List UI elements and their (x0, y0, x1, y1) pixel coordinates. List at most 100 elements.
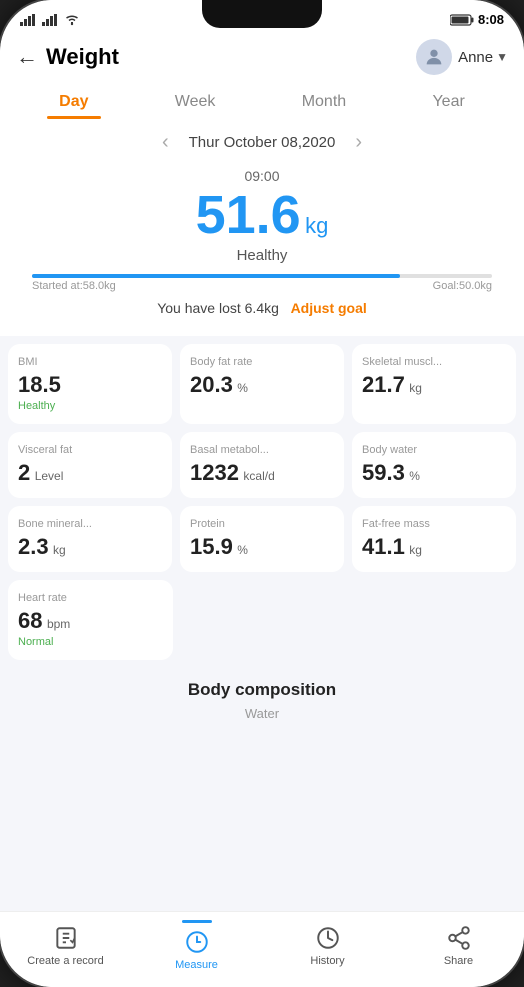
history-svg (315, 925, 341, 951)
dropdown-arrow-icon[interactable]: ▼ (496, 50, 508, 64)
metric-heart-rate-value: 68 (18, 608, 42, 633)
metric-body-fat-unit: % (237, 381, 248, 395)
metric-body-water-value-row: 59.3 % (362, 460, 506, 486)
share-icon (446, 925, 472, 951)
bottom-navigation: Create a record Measure (0, 911, 524, 987)
metric-body-fat-value: 20.3 (190, 372, 233, 397)
weight-value: 51.6 (196, 185, 301, 245)
heart-rate-row: Heart rate 68 bpm Normal (0, 580, 524, 668)
create-record-icon (53, 925, 79, 951)
measure-svg (184, 929, 210, 955)
metric-fat-free-unit: kg (409, 543, 422, 557)
weight-status: Healthy (16, 247, 508, 264)
nav-measure-label: Measure (175, 959, 218, 971)
metric-basal-value-row: 1232 kcal/d (190, 460, 334, 486)
metric-heart-rate-unit: bpm (47, 617, 70, 631)
tab-month[interactable]: Month (290, 87, 358, 117)
weight-display: 51.6 kg (16, 186, 508, 245)
nav-create-record[interactable]: Create a record (0, 925, 131, 967)
page-title: Weight (46, 44, 416, 70)
battery-icon (450, 14, 474, 26)
metric-basal-label: Basal metabol... (190, 444, 334, 456)
goal-label: Goal:50.0kg (433, 280, 492, 292)
nav-measure-bar (182, 920, 212, 923)
weight-unit: kg (305, 213, 328, 238)
metric-basal-value: 1232 (190, 460, 239, 485)
main-content: ‹ Thur October 08,2020 › 09:00 51.6 kg H… (0, 117, 524, 911)
metric-body-fat-label: Body fat rate (190, 356, 334, 368)
metric-visceral-value: 2 (18, 460, 30, 485)
metric-bmi-sub: Healthy (18, 400, 162, 412)
metric-bone-value: 2.3 (18, 534, 49, 559)
current-date: Thur October 08,2020 (189, 134, 336, 151)
metric-protein-value: 15.9 (190, 534, 233, 559)
metric-bone: Bone mineral... 2.3 kg (8, 506, 172, 572)
metric-bmi-value-row: 18.5 (18, 372, 162, 398)
body-composition-section: Body composition (0, 668, 524, 704)
back-button[interactable]: ← (16, 44, 38, 70)
metric-bmi-label: BMI (18, 356, 162, 368)
metric-fat-free-label: Fat-free mass (362, 518, 506, 530)
status-right: 8:08 (450, 12, 504, 27)
next-date-button[interactable]: › (351, 127, 366, 158)
nav-history-label: History (310, 955, 344, 967)
metric-skeletal-label: Skeletal muscl... (362, 356, 506, 368)
wifi-icon (64, 14, 80, 26)
avatar-icon (423, 46, 445, 68)
phone-frame: 8:08 ← Weight Anne ▼ Day Week Month Year (0, 0, 524, 987)
signal-icon (20, 14, 36, 26)
metric-protein-label: Protein (190, 518, 334, 530)
tab-year[interactable]: Year (420, 87, 476, 117)
metric-skeletal-value-row: 21.7 kg (362, 372, 506, 398)
measure-icon (184, 929, 210, 955)
metric-protein: Protein 15.9 % (180, 506, 344, 572)
tabs-bar: Day Week Month Year (0, 83, 524, 117)
prev-date-button[interactable]: ‹ (158, 127, 173, 158)
metric-bone-value-row: 2.3 kg (18, 534, 162, 560)
progress-bar-bg (32, 274, 492, 278)
tab-day[interactable]: Day (47, 87, 100, 117)
metric-skeletal: Skeletal muscl... 21.7 kg (352, 344, 516, 424)
tab-week[interactable]: Week (163, 87, 228, 117)
date-navigation: ‹ Thur October 08,2020 › (0, 117, 524, 162)
nav-share-label: Share (444, 955, 473, 967)
adjust-goal-button[interactable]: Adjust goal (291, 300, 367, 316)
share-svg (446, 925, 472, 951)
metric-basal-unit: kcal/d (243, 469, 274, 483)
metric-visceral: Visceral fat 2 Level (8, 432, 172, 498)
user-name[interactable]: Anne (458, 49, 493, 66)
phone-screen: 8:08 ← Weight Anne ▼ Day Week Month Year (0, 0, 524, 987)
metric-body-fat: Body fat rate 20.3 % (180, 344, 344, 424)
lost-text: You have lost 6.4kg Adjust goal (16, 294, 508, 324)
progress-labels: Started at:58.0kg Goal:50.0kg (32, 280, 492, 292)
metric-skeletal-unit: kg (409, 381, 422, 395)
body-composition-title: Body composition (188, 680, 336, 699)
body-composition-subtitle: Water (0, 704, 524, 729)
metric-bone-label: Bone mineral... (18, 518, 162, 530)
time-display: 8:08 (478, 12, 504, 27)
metric-protein-unit: % (237, 543, 248, 557)
metric-protein-value-row: 15.9 % (190, 534, 334, 560)
avatar (416, 39, 452, 75)
metrics-grid: BMI 18.5 Healthy Body fat rate 20.3 % (0, 336, 524, 580)
metric-visceral-value-row: 2 Level (18, 460, 162, 486)
nav-history[interactable]: History (262, 925, 393, 967)
metric-body-fat-value-row: 20.3 % (190, 372, 334, 398)
metric-skeletal-value: 21.7 (362, 372, 405, 397)
metric-bmi: BMI 18.5 Healthy (8, 344, 172, 424)
metric-fat-free: Fat-free mass 41.1 kg (352, 506, 516, 572)
notch (202, 0, 322, 28)
metric-fat-free-value-row: 41.1 kg (362, 534, 506, 560)
history-icon (315, 925, 341, 951)
metric-body-water-label: Body water (362, 444, 506, 456)
metric-heart-rate-label: Heart rate (18, 592, 163, 604)
metric-heart-rate-sub: Normal (18, 636, 163, 648)
metric-heart-rate: Heart rate 68 bpm Normal (8, 580, 173, 660)
metric-basal: Basal metabol... 1232 kcal/d (180, 432, 344, 498)
nav-measure[interactable]: Measure (131, 920, 262, 971)
header: ← Weight Anne ▼ (0, 31, 524, 83)
metric-body-water-unit: % (409, 469, 420, 483)
record-time: 09:00 (16, 168, 508, 184)
status-left (20, 14, 80, 26)
nav-share[interactable]: Share (393, 925, 524, 967)
